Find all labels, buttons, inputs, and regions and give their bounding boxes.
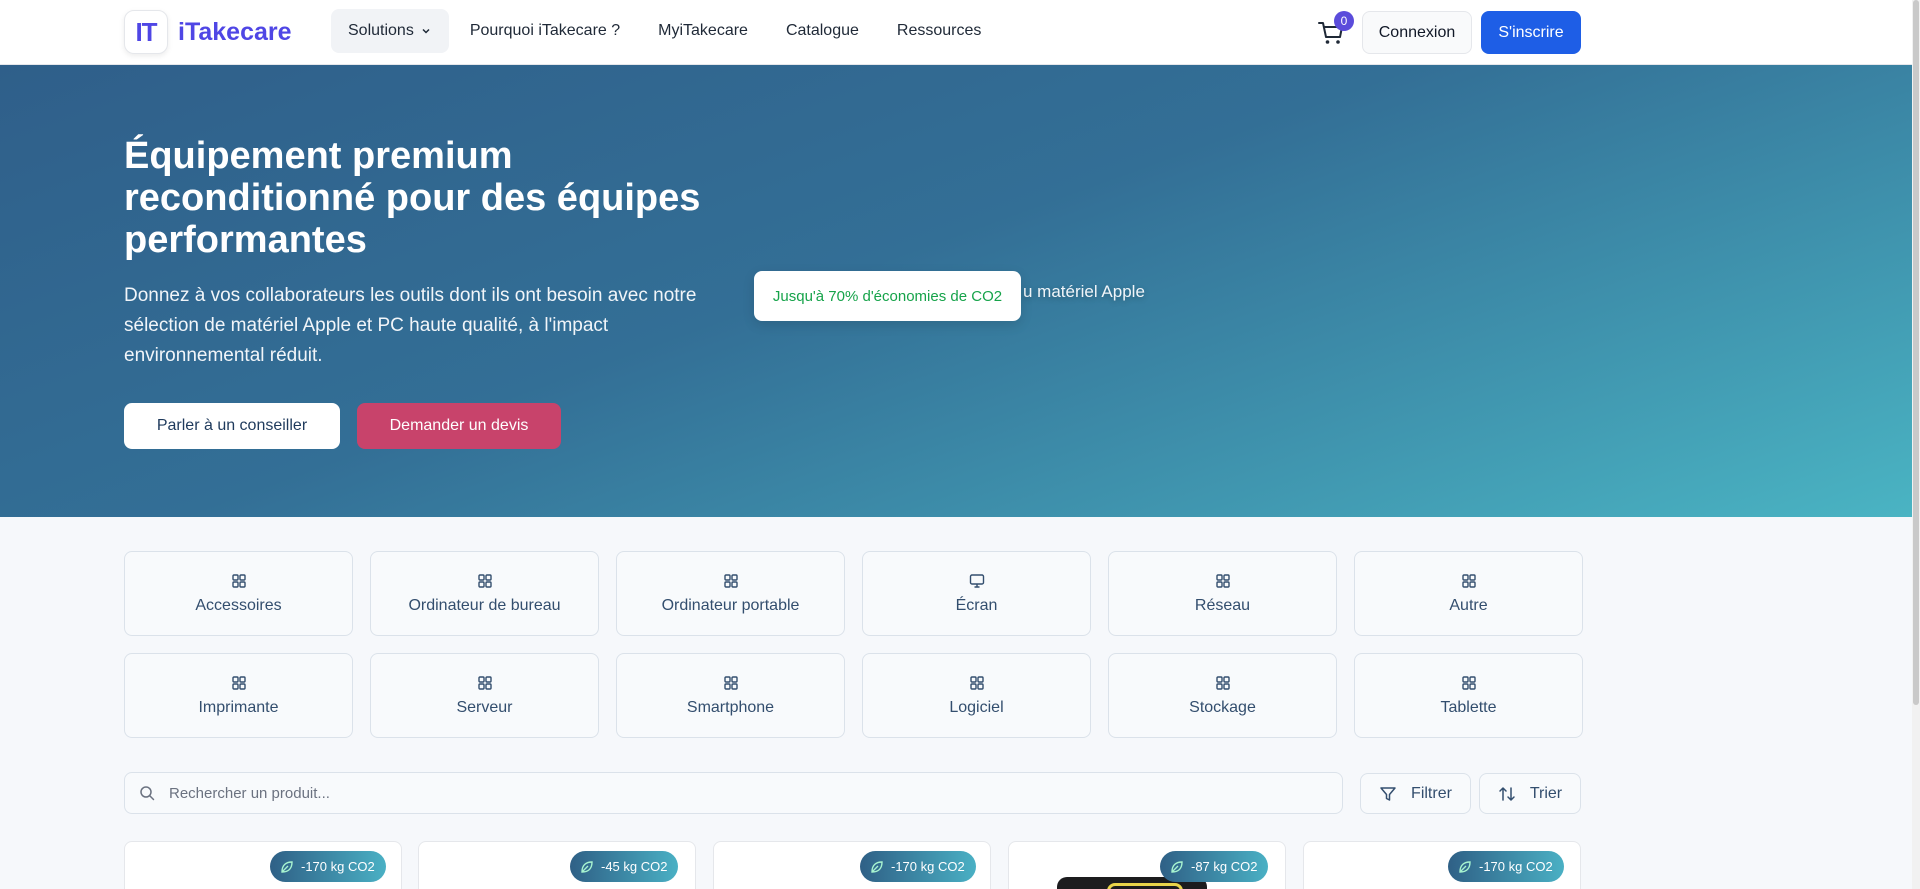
- talk-to-advisor-button[interactable]: Parler à un conseiller: [124, 403, 340, 449]
- chevron-down-icon: [422, 28, 430, 34]
- category-tile[interactable]: Tablette: [1354, 653, 1583, 738]
- search-bar[interactable]: [124, 772, 1343, 814]
- scrollbar-thumb[interactable]: [1913, 0, 1919, 705]
- grid-icon: [1215, 573, 1230, 588]
- category-label: Réseau: [1194, 596, 1251, 614]
- filter-icon: [1380, 786, 1396, 801]
- hero-subtitle: Donnez à vos collaborateurs les outils d…: [124, 285, 697, 366]
- category-tile[interactable]: Accessoires: [124, 551, 353, 636]
- product-card[interactable]: -45 kg CO2: [418, 841, 696, 889]
- hero-ticker-text: u matériel Apple: [1023, 282, 1145, 301]
- co2-badge: -170 kg CO2: [1448, 851, 1564, 882]
- hero-title: Équipement premium reconditionné pour de…: [124, 135, 701, 261]
- filter-label: Filtrer: [1411, 784, 1452, 802]
- category-label: Imprimante: [198, 698, 279, 716]
- leaf-icon: [871, 860, 883, 873]
- category-label: Accessoires: [195, 596, 282, 614]
- product-card[interactable]: -170 kg CO2: [1303, 841, 1581, 889]
- category-tile[interactable]: Serveur: [370, 653, 599, 738]
- leaf-icon: [281, 860, 293, 873]
- filter-button[interactable]: Filtrer: [1360, 773, 1471, 814]
- grid-icon: [1461, 675, 1476, 690]
- co2-badge: -170 kg CO2: [270, 851, 386, 882]
- sort-label: Trier: [1529, 784, 1563, 802]
- leaf-icon: [581, 860, 593, 873]
- logo[interactable]: IT iTakecare: [124, 10, 292, 54]
- category-tile[interactable]: Smartphone: [616, 653, 845, 738]
- search-icon: [140, 786, 155, 801]
- co2-value: -170 kg CO2: [1479, 859, 1553, 874]
- co2-value: -87 kg CO2: [1191, 859, 1258, 874]
- login-button[interactable]: Connexion: [1362, 11, 1472, 54]
- category-label: Serveur: [456, 698, 513, 716]
- grid-icon: [231, 573, 246, 588]
- category-label: Ordinateur portable: [661, 596, 800, 614]
- category-tile[interactable]: Autre: [1354, 551, 1583, 636]
- grid-icon: [1461, 573, 1476, 588]
- request-quote-button[interactable]: Demander un devis: [357, 403, 561, 449]
- search-input[interactable]: [169, 784, 1269, 802]
- category-label: Autre: [1449, 596, 1488, 614]
- menu-solutions[interactable]: Solutions: [331, 9, 449, 53]
- signup-button[interactable]: S'inscrire: [1481, 11, 1581, 54]
- grid-icon: [477, 573, 492, 588]
- co2-badge: -87 kg CO2: [1160, 851, 1269, 882]
- menu-why[interactable]: Pourquoi iTakecare ?: [453, 9, 637, 53]
- co2-value: -170 kg CO2: [891, 859, 965, 874]
- product-card[interactable]: -87 kg CO2: [1008, 841, 1286, 889]
- co2-value: -45 kg CO2: [601, 859, 668, 874]
- top-navbar: IT iTakecare Solutions Pourquoi iTakecar…: [0, 0, 1920, 65]
- main-menu: Solutions Pourquoi iTakecare ? MyiTakeca…: [331, 9, 1002, 53]
- category-tile[interactable]: Écran: [862, 551, 1091, 636]
- leaf-icon: [1459, 860, 1471, 873]
- category-label: Tablette: [1440, 698, 1497, 716]
- product-card[interactable]: -170 kg CO2: [713, 841, 991, 889]
- co2-badge: -45 kg CO2: [570, 851, 679, 882]
- category-label: Ordinateur de bureau: [408, 596, 561, 614]
- category-label: Stockage: [1189, 698, 1256, 716]
- logo-text: iTakecare: [178, 17, 292, 46]
- co2-value: -170 kg CO2: [301, 859, 375, 874]
- menu-label: Solutions: [348, 22, 414, 39]
- grid-icon: [969, 675, 984, 690]
- sort-button[interactable]: Trier: [1479, 773, 1581, 814]
- leaf-icon: [1171, 860, 1183, 873]
- menu-myitakecare[interactable]: MyiTakecare: [641, 9, 765, 53]
- logo-mark: IT: [124, 10, 168, 54]
- co2-savings-badge: Jusqu'à 70% d'économies de CO2: [754, 271, 1021, 321]
- category-tile[interactable]: Ordinateur de bureau: [370, 551, 599, 636]
- category-tile[interactable]: Ordinateur portable: [616, 551, 845, 636]
- category-tile[interactable]: Imprimante: [124, 653, 353, 738]
- grid-icon: [477, 675, 492, 690]
- monitor-icon: [969, 573, 984, 588]
- category-tile[interactable]: Réseau: [1108, 551, 1337, 636]
- category-grid: Accessoires Ordinateur de bureau Ordinateu…: [124, 551, 1583, 738]
- grid-icon: [1215, 675, 1230, 690]
- sort-icon: [1499, 786, 1515, 801]
- menu-resources[interactable]: Ressources: [880, 9, 998, 53]
- menu-catalogue[interactable]: Catalogue: [769, 9, 876, 53]
- category-label: Smartphone: [686, 698, 775, 716]
- category-label: Logiciel: [949, 698, 1004, 716]
- hero-section: Équipement premium reconditionné pour de…: [0, 65, 1912, 517]
- product-card[interactable]: -170 kg CO2: [124, 841, 402, 889]
- category-tile[interactable]: Stockage: [1108, 653, 1337, 738]
- grid-icon: [231, 675, 246, 690]
- category-tile[interactable]: Logiciel: [862, 653, 1091, 738]
- co2-badge: -170 kg CO2: [860, 851, 976, 882]
- cart-count-badge: 0: [1334, 11, 1354, 31]
- grid-icon: [723, 675, 738, 690]
- grid-icon: [723, 573, 738, 588]
- category-label: Écran: [955, 596, 998, 614]
